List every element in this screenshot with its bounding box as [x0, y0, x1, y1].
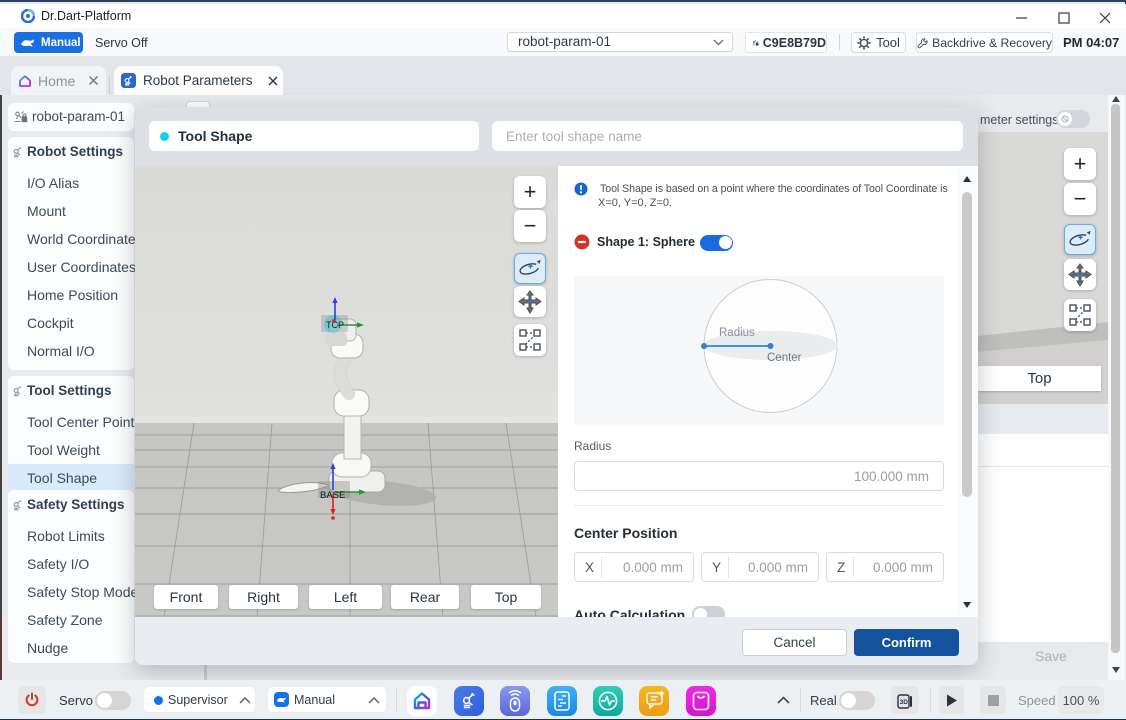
svg-text:BASE: BASE — [320, 490, 345, 501]
svg-text:Center: Center — [767, 352, 802, 364]
svg-text:Radius: Radius — [719, 327, 755, 339]
svg-text:3D: 3D — [899, 699, 908, 706]
svg-text:TCP: TCP — [326, 320, 344, 330]
